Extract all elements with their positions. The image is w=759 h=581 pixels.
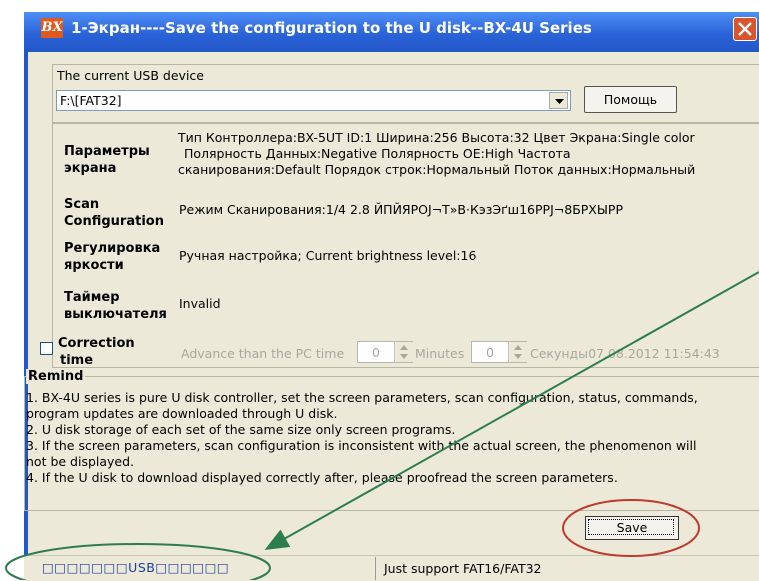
status-highlight-circle	[5, 543, 271, 580]
annotation-overlay	[5, 271, 759, 580]
annotation-arrow	[264, 271, 759, 550]
save-highlight-circle	[562, 499, 700, 557]
